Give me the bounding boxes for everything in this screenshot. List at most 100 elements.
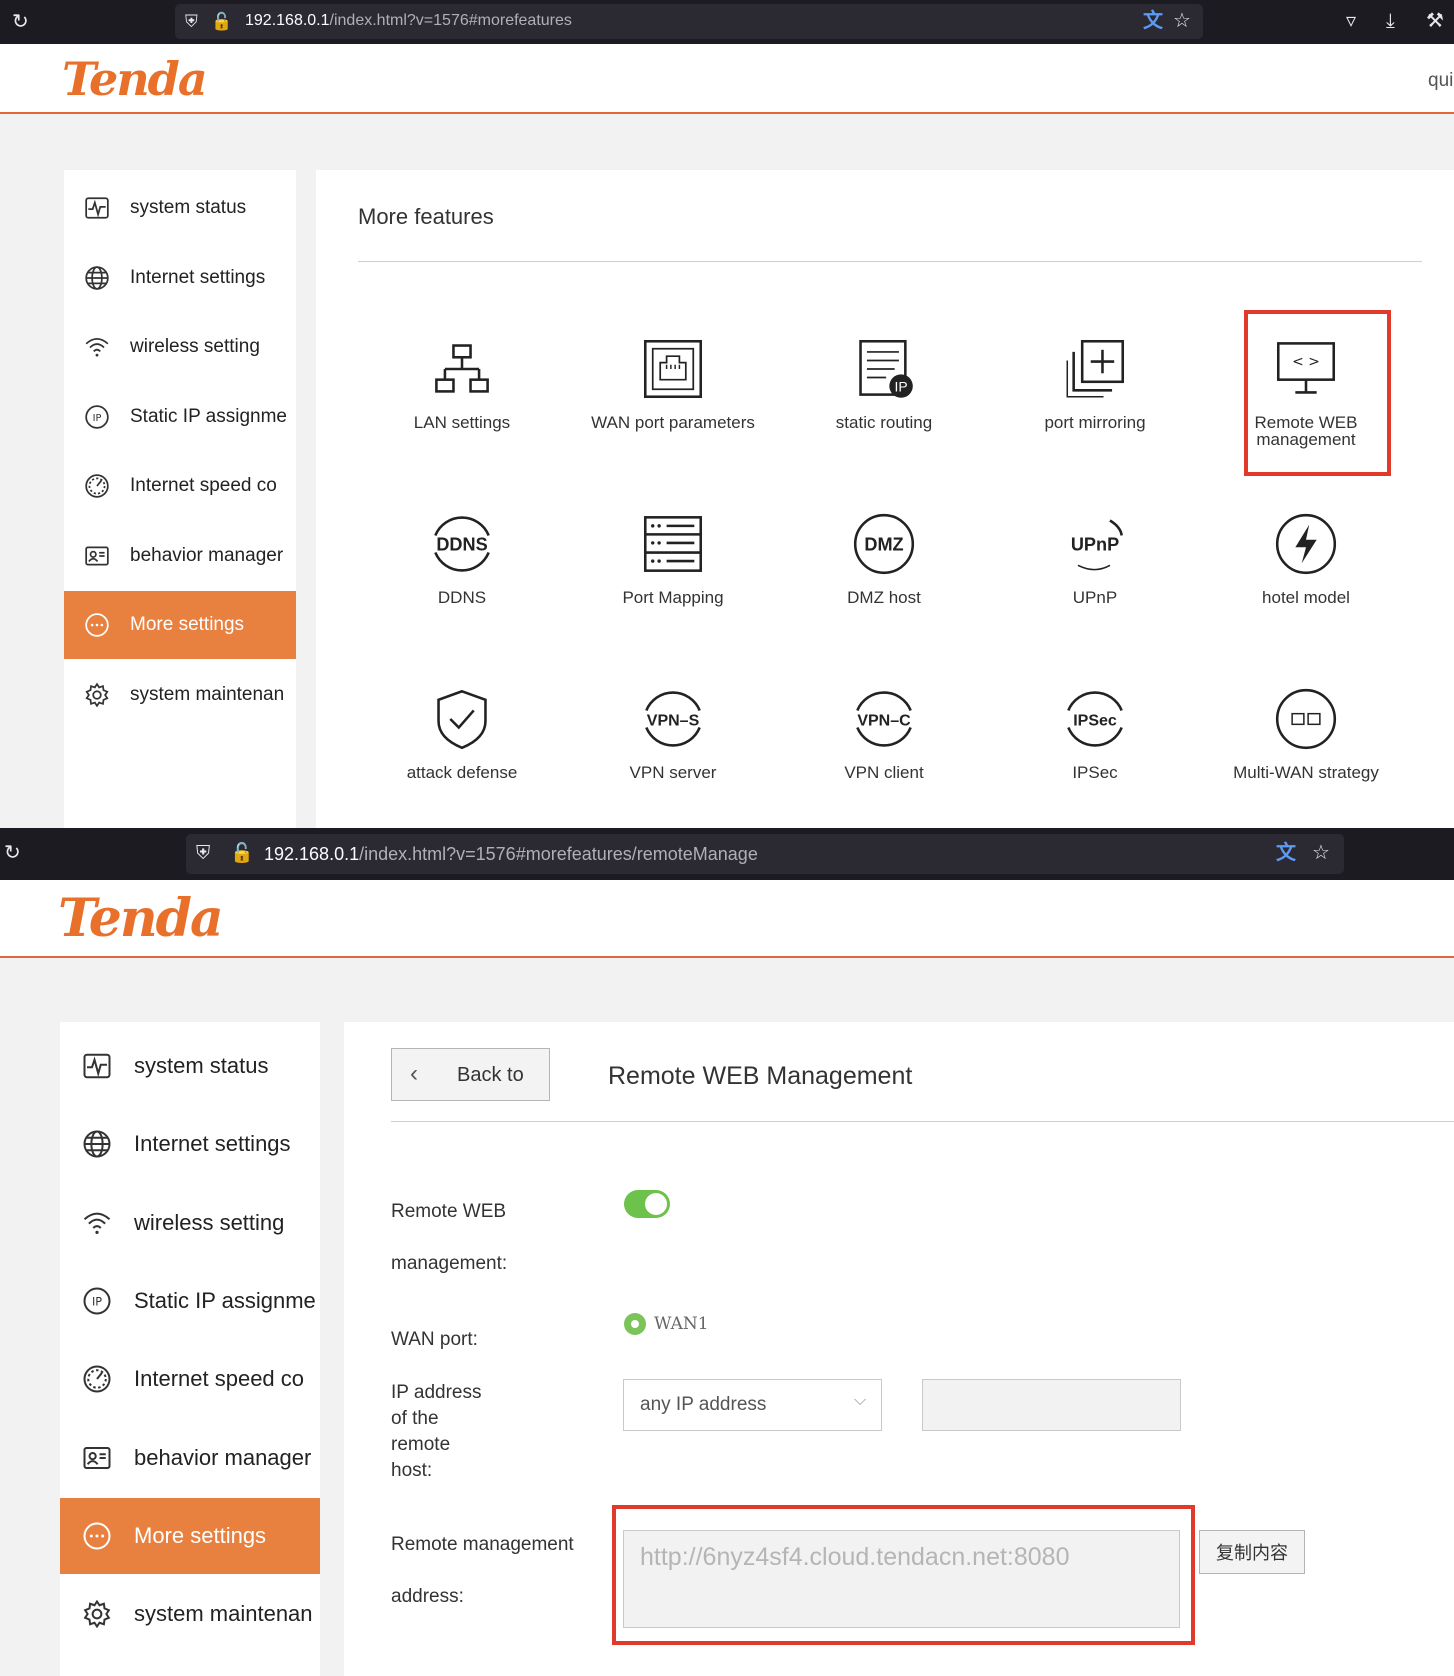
sidebar-item-internet-settings[interactable]: Internet settings [64, 244, 296, 312]
feature-ddns[interactable]: DDNS DDNS [362, 509, 562, 606]
sidebar-item-static-ip-assignme[interactable]: IP Static IP assignme [64, 383, 296, 451]
tenda-logo: Tenda [58, 888, 224, 949]
copy-button[interactable]: 复制内容 [1199, 1530, 1305, 1574]
wifi-icon [84, 334, 110, 360]
sidebar-item-internet-speed-co[interactable]: Internet speed co [60, 1341, 320, 1417]
gear-icon [84, 682, 110, 708]
address-bar[interactable]: ⛨ 🔓 192.168.0.1/index.html?v=1576#morefe… [175, 4, 1203, 39]
top-screenshot: ↻ ⛨ 🔓 192.168.0.1/index.html?v=1576#more… [0, 0, 1454, 828]
feature-static-routing[interactable]: IP static routing [784, 334, 984, 431]
svg-text:IP: IP [93, 412, 102, 423]
toggle-knob [645, 1193, 667, 1215]
feature-label: port mirroring [1044, 413, 1146, 432]
sidebar-item-wireless-setting[interactable]: wireless setting [60, 1185, 320, 1261]
feature-lan-settings[interactable]: LAN settings [362, 334, 562, 431]
sidebar-item-wireless-setting[interactable]: wireless setting [64, 313, 296, 381]
extensions-icon[interactable]: ⚒ [1426, 11, 1444, 31]
address-bar[interactable]: ⛨ 🔓 192.168.0.1/index.html?v=1576#morefe… [186, 834, 1344, 874]
insecure-lock-icon[interactable]: 🔓 [230, 844, 254, 864]
shield-icon[interactable]: ⛨ [196, 844, 210, 864]
ipsec-icon: IPSec [995, 684, 1195, 754]
url-host: 192.168.0.1 [264, 844, 360, 864]
sidebar-item-system-maintenan[interactable]: system maintenan [60, 1576, 320, 1652]
reload-icon[interactable]: ↻ [4, 843, 21, 863]
wan1-radio[interactable] [624, 1313, 646, 1335]
globe-icon [84, 265, 110, 291]
wan-port-label: WAN port: [391, 1329, 478, 1350]
wifi-icon [82, 1208, 112, 1238]
feature-label: Port Mapping [622, 588, 724, 607]
remote-web-toggle[interactable] [624, 1190, 670, 1218]
translate-icon[interactable]: 文 [1276, 843, 1296, 863]
feature-ipsec[interactable]: IPSec IPSec [995, 684, 1195, 781]
highlight-box [612, 1505, 1195, 1645]
multi-wan-icon [1206, 684, 1406, 754]
svg-text:VPN–C: VPN–C [857, 712, 911, 729]
feature-port-mapping[interactable]: Port Mapping [573, 509, 773, 606]
sidebar: system status Internet settings wireless s… [60, 1022, 320, 1676]
feature-multi-wan-strategy[interactable]: Multi-WAN strategy [1206, 684, 1406, 781]
pocket-icon[interactable]: ▿ [1346, 11, 1356, 31]
sidebar-item-system-maintenan[interactable]: system maintenan [64, 661, 296, 729]
ip-address-input[interactable] [922, 1379, 1181, 1431]
sidebar-item-more-settings[interactable]: More settings [60, 1497, 320, 1574]
sidebar-item-label: system status [134, 1053, 269, 1078]
sidebar-item-label: system maintenan [134, 1601, 313, 1627]
insecure-lock-icon[interactable]: 🔓 [211, 12, 232, 32]
feature-dmz-host[interactable]: DMZ DMZ host [784, 509, 984, 606]
bookmark-star-icon[interactable]: ☆ [1173, 11, 1191, 31]
header-quick-link[interactable]: qui [1428, 70, 1453, 92]
chevron-down-icon: ⌵ [854, 1392, 867, 1409]
feature-port-mirroring[interactable]: port mirroring [995, 334, 1195, 431]
static-routing-icon: IP [784, 334, 984, 404]
feature-wan-port-parameters[interactable]: WAN port parameters [573, 334, 773, 431]
globe-icon [82, 1129, 112, 1159]
page-title: More features [358, 204, 494, 229]
svg-text:DDNS: DDNS [436, 534, 487, 554]
sidebar-item-internet-settings[interactable]: Internet settings [60, 1106, 320, 1182]
sidebar-item-label: wireless setting [134, 1209, 285, 1235]
gear-icon [82, 1599, 112, 1629]
sidebar-item-label: Static IP assignme [130, 405, 288, 427]
sidebar-item-system-status[interactable]: system status [60, 1028, 320, 1104]
feature-vpn-client[interactable]: VPN–C VPN client [784, 684, 984, 781]
svg-text:IP: IP [895, 378, 908, 394]
sidebar-item-label: Static IP assignme [134, 1287, 316, 1313]
ip-address-select[interactable]: any IP address ⌵ [623, 1379, 882, 1431]
feature-attack-defense[interactable]: attack defense [362, 684, 562, 781]
translate-icon[interactable]: 文 [1143, 11, 1163, 31]
vpn-server-icon: VPN–S [573, 684, 773, 754]
divider [358, 261, 1422, 262]
sidebar: system status Internet settings wireless s… [64, 170, 296, 828]
download-icon[interactable]: ⤓ [1386, 11, 1395, 31]
ip-label-line: IP address [391, 1382, 482, 1403]
highlight-box [1244, 310, 1391, 476]
feature-vpn-server[interactable]: VPN–S VPN server [573, 684, 773, 781]
main-content: More features LAN settings WAN port param… [316, 170, 1454, 828]
more-dots-icon [84, 612, 110, 638]
browser-toolbar: ↻ ⛨ 🔓 192.168.0.1/index.html?v=1576#more… [0, 828, 1454, 880]
feature-label: static routing [835, 413, 933, 432]
sidebar-item-behavior-manager[interactable]: behavior manager [60, 1420, 320, 1496]
speedometer-icon [84, 473, 110, 499]
feature-upnp[interactable]: UPnP UPnP [995, 509, 1195, 606]
sidebar-item-internet-speed-co[interactable]: Internet speed co [64, 452, 296, 520]
feature-hotel-model[interactable]: hotel model [1206, 509, 1406, 606]
reload-icon[interactable]: ↻ [12, 12, 29, 32]
sidebar-item-label: Internet speed co [130, 475, 277, 496]
ip-label-line: host: [391, 1460, 433, 1481]
back-button[interactable]: ‹ Back to [391, 1048, 550, 1101]
ethernet-port-icon [573, 334, 773, 404]
shield-icon[interactable]: ⛨ [185, 12, 198, 32]
lan-icon [362, 334, 562, 404]
sidebar-item-system-status[interactable]: system status [64, 174, 296, 242]
feature-label: WAN port parameters [591, 413, 755, 432]
more-dots-icon [82, 1521, 112, 1551]
url-host: 192.168.0.1 [245, 12, 330, 29]
sidebar-item-behavior-manager[interactable]: behavior manager [64, 522, 296, 590]
bookmark-star-icon[interactable]: ☆ [1312, 843, 1330, 863]
sidebar-item-label: More settings [130, 614, 245, 635]
feature-label: Multi-WAN strategy [1233, 763, 1379, 782]
sidebar-item-more-settings[interactable]: More settings [64, 591, 296, 659]
sidebar-item-static-ip-assignme[interactable]: IP Static IP assignme [60, 1263, 320, 1339]
